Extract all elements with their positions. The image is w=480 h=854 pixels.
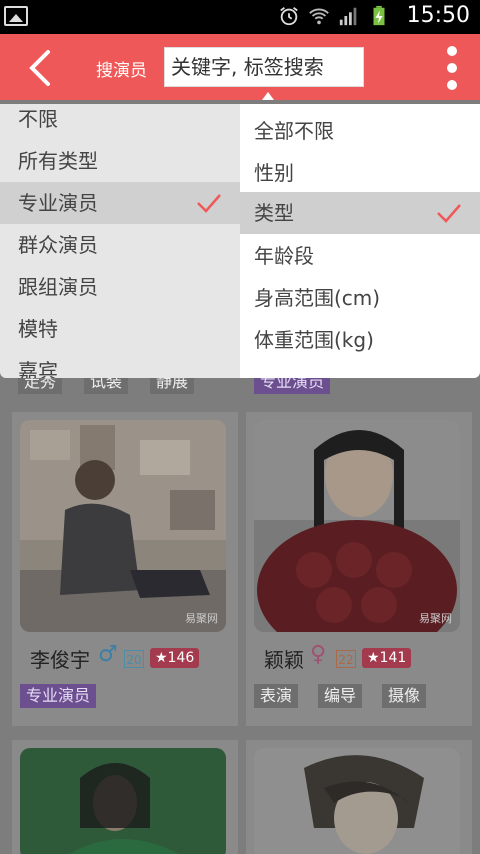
actor-card[interactable] xyxy=(12,740,238,854)
status-bar: 15:50 xyxy=(0,0,480,34)
tag: 编导 xyxy=(318,684,363,708)
filter-category-selected[interactable]: 类型 xyxy=(240,192,480,234)
actor-photo xyxy=(254,748,460,854)
app-header: 搜演员 xyxy=(0,34,480,100)
filter-category[interactable]: 体重范围(kg) xyxy=(240,319,480,361)
search-field[interactable] xyxy=(164,47,364,87)
filter-option[interactable]: 模特 xyxy=(0,308,240,350)
filter-option-selected[interactable]: 专业演员 xyxy=(0,182,240,224)
actor-name: 颖颖 xyxy=(264,648,304,672)
tag: 专业演员 xyxy=(20,684,97,708)
filter-category[interactable]: 性别 xyxy=(240,152,480,194)
filter-dropdown: 不限 所有类型 专业演员 群众演员 跟组演员 模特 嘉宾 全部不限 性别 类型 … xyxy=(0,92,480,378)
watermark: 易聚网 xyxy=(419,612,452,625)
check-icon xyxy=(197,194,221,213)
actor-name: 李俊宇 xyxy=(30,648,90,672)
filter-option[interactable]: 跟组演员 xyxy=(0,266,240,308)
age-badge: 22 xyxy=(336,650,356,668)
tag: 摄像 xyxy=(382,684,427,708)
battery-charging-icon xyxy=(373,5,385,26)
dropdown-pointer xyxy=(262,92,274,100)
page-title: 搜演员 xyxy=(96,61,147,81)
star-badge: ★141 xyxy=(362,648,412,668)
actor-card[interactable] xyxy=(246,740,472,854)
alarm-icon xyxy=(280,7,298,26)
filter-category[interactable]: 年龄段 xyxy=(240,235,480,277)
actor-photo xyxy=(20,748,226,854)
dot xyxy=(447,63,457,73)
filter-option-label: 专业演员 xyxy=(18,191,98,215)
back-icon[interactable] xyxy=(24,48,58,88)
more-menu-icon[interactable] xyxy=(440,46,464,90)
filter-category[interactable]: 身高范围(cm) xyxy=(240,277,480,319)
dot xyxy=(447,46,457,56)
filter-option[interactable]: 不限 xyxy=(0,104,240,140)
filter-category-list[interactable]: 全部不限 性别 类型 年龄段 身高范围(cm) 体重范围(kg) xyxy=(240,104,480,378)
actor-card[interactable]: 易聚网 颖颖 ♀ 22 ★141 表演 编导 摄像 xyxy=(246,412,472,726)
actor-photo: 易聚网 xyxy=(254,420,460,632)
signal-icon xyxy=(339,7,357,26)
search-input[interactable] xyxy=(165,48,363,86)
female-icon: ♀ xyxy=(310,642,327,667)
filter-value-list[interactable]: 不限 所有类型 专业演员 群众演员 跟组演员 模特 嘉宾 xyxy=(0,104,240,378)
filter-category[interactable]: 全部不限 xyxy=(240,110,480,152)
age-badge: 20 xyxy=(124,650,144,668)
status-time: 15:50 xyxy=(406,3,470,28)
wifi-icon xyxy=(309,8,329,25)
tag: 表演 xyxy=(254,684,299,708)
male-icon: ♂ xyxy=(98,642,118,667)
watermark: 易聚网 xyxy=(185,612,218,625)
gallery-notification-icon xyxy=(4,6,28,26)
dot xyxy=(447,80,457,90)
check-icon xyxy=(437,204,461,223)
filter-category-label: 类型 xyxy=(254,201,294,225)
star-badge: ★146 xyxy=(150,648,200,668)
actor-photo: 易聚网 xyxy=(20,420,226,632)
filter-option[interactable]: 群众演员 xyxy=(0,224,240,266)
filter-option[interactable]: 所有类型 xyxy=(0,140,240,182)
actor-card[interactable]: 易聚网 李俊宇 ♂ 20 ★146 专业演员 xyxy=(12,412,238,726)
filter-option[interactable]: 嘉宾 xyxy=(0,350,240,378)
